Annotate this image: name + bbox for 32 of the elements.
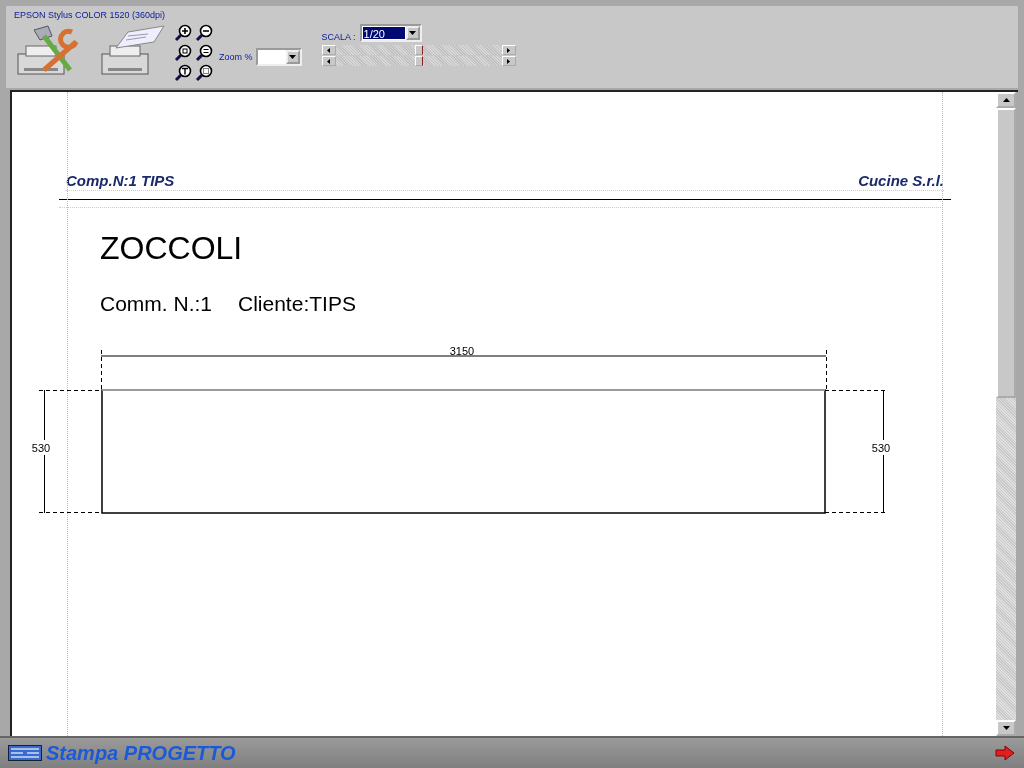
vertical-scrollbar[interactable] <box>996 92 1016 736</box>
app-logo-icon <box>8 745 42 761</box>
exit-arrow-icon[interactable] <box>994 745 1016 761</box>
zoom-width-icon[interactable] <box>174 64 192 82</box>
scale-slider[interactable] <box>321 56 516 66</box>
zoom-label: Zoom % <box>219 52 253 62</box>
slider-thumb[interactable] <box>414 45 423 55</box>
zoom-page-icon[interactable] <box>195 64 213 82</box>
caret-icon <box>409 31 417 35</box>
status-title: Stampa PROGETTO <box>46 741 236 765</box>
header-left-text: Comp.N:1 TIPS <box>66 172 175 189</box>
width-label: 3150 <box>449 345 475 357</box>
down-arrow-icon <box>1002 726 1010 730</box>
zoom-fit-icon[interactable] <box>195 44 213 62</box>
header-right-text: Cucine S.r.l. <box>858 172 944 189</box>
zoom-dropdown[interactable] <box>255 48 302 66</box>
scroll-thumb[interactable] <box>996 108 1016 398</box>
scale-label: SCALA : <box>321 32 356 42</box>
customer-name: Cliente:TIPS <box>238 292 356 316</box>
printer-name: EPSON Stylus COLOR 1520 (360dpi) <box>14 10 167 20</box>
page-title: ZOCCOLI <box>100 230 244 266</box>
zoom-out-icon[interactable] <box>195 24 213 42</box>
scale-dropdown[interactable]: 1/20 <box>359 24 422 42</box>
up-arrow-icon <box>1002 98 1010 102</box>
height-label: 530 <box>871 442 891 454</box>
zoom-reset-icon[interactable] <box>174 44 192 62</box>
scale-slider[interactable] <box>321 45 516 55</box>
order-number: Comm. N.:1 <box>100 292 212 316</box>
caret-icon <box>289 55 296 59</box>
height-label: 530 <box>31 442 51 454</box>
zoom-in-icon[interactable] <box>174 24 192 42</box>
slider-thumb[interactable] <box>414 56 423 66</box>
